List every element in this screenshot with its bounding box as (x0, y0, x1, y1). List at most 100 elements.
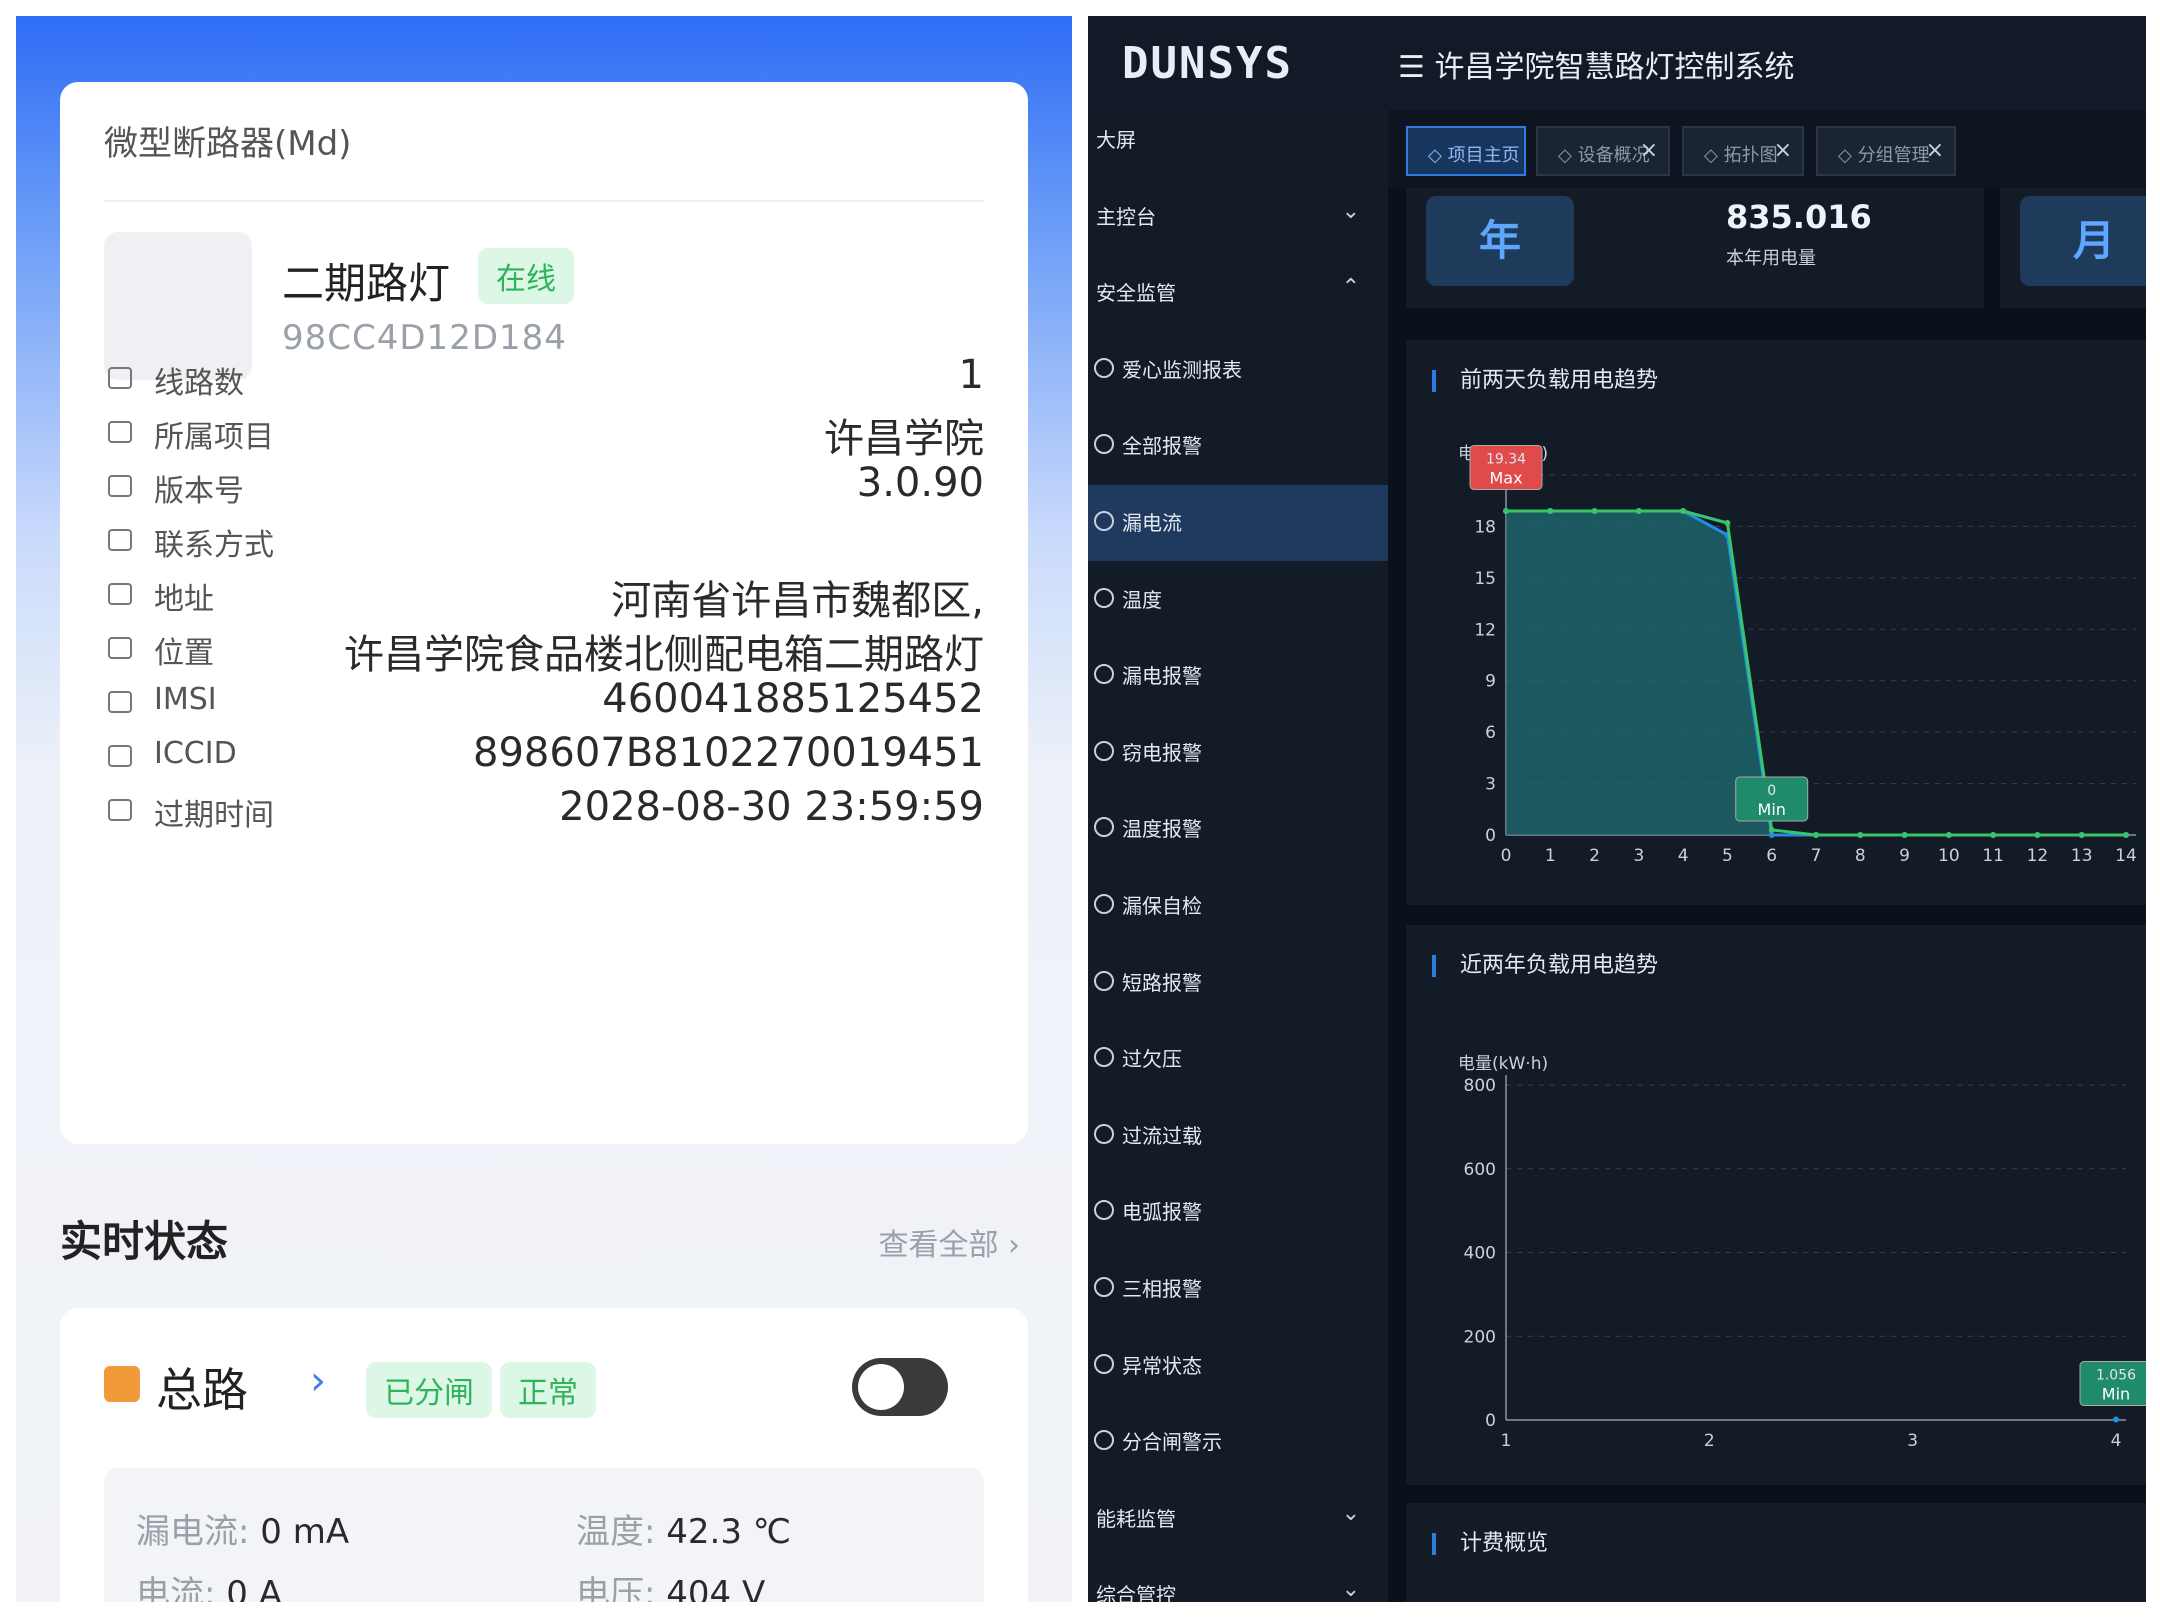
close-icon[interactable]: × (1640, 138, 1658, 163)
year-value: 835.016 (1726, 198, 1872, 236)
sidebar-item-label: 主控台 (1096, 204, 1156, 229)
data-point (1680, 508, 1687, 514)
bus-status-card: 总路 › 已分闸 正常 漏电流: 0 mA 温度: 42.3 ℃ 电流: 0 A… (60, 1308, 1028, 1602)
y-tick-label: 12 (1474, 620, 1496, 640)
data-point (2123, 832, 2129, 838)
close-icon[interactable]: × (1926, 138, 1944, 163)
x-tick-label: 13 (2071, 846, 2093, 866)
topology-icon: ◇ (1704, 145, 1718, 166)
device-field-row: 版本号 3.0.90 (104, 456, 984, 516)
device-field-row: 过期时间 2028-08-30 23:59:59 (104, 780, 984, 840)
data-point (1768, 832, 1775, 838)
sidebar-item-8[interactable]: 窃电报警 (1088, 715, 1388, 791)
billing-panel: 计费概览 (1406, 1503, 2146, 1602)
sidebar-item-4[interactable]: 全部报警 (1088, 408, 1388, 484)
two-year-trend-chart[interactable]: 电量(kW·h) 0 200 400 600 800 1 2 3 4 1.056Min (1406, 925, 2146, 1485)
tab-0[interactable]: ◇ 项目主页× (1406, 126, 1526, 176)
field-label: 过期时间 (154, 798, 274, 833)
marker-label: 19.34Max (1469, 444, 1543, 490)
x-tick-label: 1 (1545, 846, 1556, 866)
leak-metric: 漏电流: 0 mA (136, 1512, 350, 1552)
sidebar-item-0[interactable]: 大屏 (1088, 102, 1388, 178)
divider (104, 200, 984, 202)
sidebar-item-17[interactable]: 分合闸警示 (1088, 1404, 1388, 1480)
sidebar-item-19[interactable]: 综合管控 ⌄ (1088, 1557, 1388, 1602)
y-axis-label: 电量(kW·h) (1458, 1054, 1548, 1074)
sidebar-item-15[interactable]: 三相报警 (1088, 1251, 1388, 1327)
metrics-box: 漏电流: 0 mA 温度: 42.3 ℃ 电流: 0 A 电压: 404 V (104, 1468, 984, 1602)
data-point (1813, 832, 1819, 838)
tab-3[interactable]: ◇ 分组管理 × (1816, 126, 1956, 176)
chevron-right-icon[interactable]: › (310, 1358, 326, 1404)
bus-name: 总路 (156, 1363, 248, 1417)
field-label: 联系方式 (154, 528, 274, 563)
sidebar-item-14[interactable]: 电弧报警 (1088, 1174, 1388, 1250)
sidebar-item-label: 温度报警 (1122, 817, 1202, 842)
sidebar-item-18[interactable]: 能耗监管 ⌄ (1088, 1481, 1388, 1557)
sidebar-item-11[interactable]: 短路报警 (1088, 945, 1388, 1021)
sidebar-item-10[interactable]: 漏保自检 (1088, 868, 1388, 944)
month-badge[interactable]: 月 (2020, 196, 2146, 286)
sidebar-item-label: 三相报警 (1122, 1277, 1202, 1301)
breaker-toggle[interactable] (852, 1358, 948, 1416)
x-tick-label: 6 (1766, 846, 1777, 866)
series-area (1506, 511, 2126, 835)
close-icon[interactable]: × (1774, 138, 1792, 163)
x-tick-label: 2 (1589, 846, 1600, 866)
two-day-trend-chart[interactable]: 电量(kW·h)03691215182101234567891011121314… (1406, 340, 2146, 905)
marker-value: 19.34 (1486, 451, 1526, 467)
data-point (1990, 832, 1997, 838)
x-tick-label: 14 (2115, 846, 2137, 866)
year-stat-card: 年 835.016 本年用电量 (1406, 188, 1984, 308)
sidebar-item-label: 漏电报警 (1122, 664, 1202, 689)
marker-label: 1.056Min (2079, 1361, 2146, 1407)
sidebar-menu: 大屏 主控台 ⌄ 安全监管 ⌃ 爱心监测报表 全部报警 漏电流 温度 漏电报警 窃电报警 温度报警 漏保… (1088, 110, 1388, 1602)
data-point (1901, 832, 1908, 838)
sidebar-item-label: 爱心监测报表 (1122, 357, 1242, 382)
brand-logo: DUNSYS (1122, 38, 1293, 89)
y-tick-label: 0 (1485, 826, 1496, 846)
theft-icon (1094, 740, 1114, 761)
tab-bar: ◇ 项目主页×◇ 设备概况×◇ 拓扑图×◇ 分组管理× (1388, 110, 2146, 188)
view-all-link[interactable]: 查看全部 › (878, 1220, 1020, 1264)
abnormal-icon (1094, 1353, 1114, 1374)
two-day-trend-panel: 前两天负载用电趋势 电量(kW·h)0369121518210123456789… (1406, 340, 2146, 905)
y-tick-label: 600 (1464, 1160, 1496, 1180)
y-tick-label: 3 (1485, 775, 1496, 795)
data-point (2078, 832, 2085, 838)
sidebar-item-12[interactable]: 过欠压 (1088, 1021, 1388, 1097)
marker-tag: Min (2102, 1385, 2130, 1404)
sidebar-item-9[interactable]: 温度报警 (1088, 791, 1388, 867)
sidebar-item-16[interactable]: 异常状态 (1088, 1328, 1388, 1404)
sidebar-item-5[interactable]: 漏电流 (1088, 485, 1388, 561)
voltage-metric: 电压: 404 V (576, 1574, 766, 1602)
bus-checkbox-icon[interactable] (104, 1366, 140, 1402)
tab-1[interactable]: ◇ 设备概况 × (1536, 126, 1670, 176)
sim-card-icon (108, 691, 132, 713)
year-badge[interactable]: 年 (1426, 196, 1574, 286)
sidebar-item-13[interactable]: 过流过载 (1088, 1098, 1388, 1174)
sidebar-item-2[interactable]: 安全监管 ⌃ (1088, 255, 1388, 331)
marker-value: 0 (1767, 783, 1776, 799)
x-tick-label: 12 (2027, 846, 2049, 866)
sidebar-item-1[interactable]: 主控台 ⌄ (1088, 179, 1388, 255)
x-tick-label: 10 (1938, 846, 1960, 866)
sidebar-item-label: 异常状态 (1122, 1353, 1202, 1378)
sidebar-item-6[interactable]: 温度 (1088, 562, 1388, 638)
tab-2[interactable]: ◇ 拓扑图 × (1682, 126, 1804, 176)
short-circuit-icon (1094, 970, 1114, 991)
card-title: 微型断路器(Md) (104, 124, 352, 164)
arc-icon (1094, 1200, 1114, 1221)
three-phase-icon (1094, 1277, 1114, 1297)
data-point (1857, 832, 1864, 838)
x-tick-label: 9 (1899, 846, 1910, 866)
y-tick-label: 0 (1485, 1411, 1496, 1431)
thermometer-icon (1094, 587, 1114, 608)
group-icon: ◇ (1838, 145, 1852, 166)
temp-alarm-icon (1094, 817, 1114, 838)
sidebar-item-7[interactable]: 漏电报警 (1088, 638, 1388, 714)
folder-icon (108, 421, 132, 443)
menu-collapse-icon[interactable]: ☰ (1398, 50, 1425, 85)
sidebar-item-3[interactable]: 爱心监测报表 (1088, 332, 1388, 408)
y-tick-label: 6 (1485, 723, 1496, 743)
